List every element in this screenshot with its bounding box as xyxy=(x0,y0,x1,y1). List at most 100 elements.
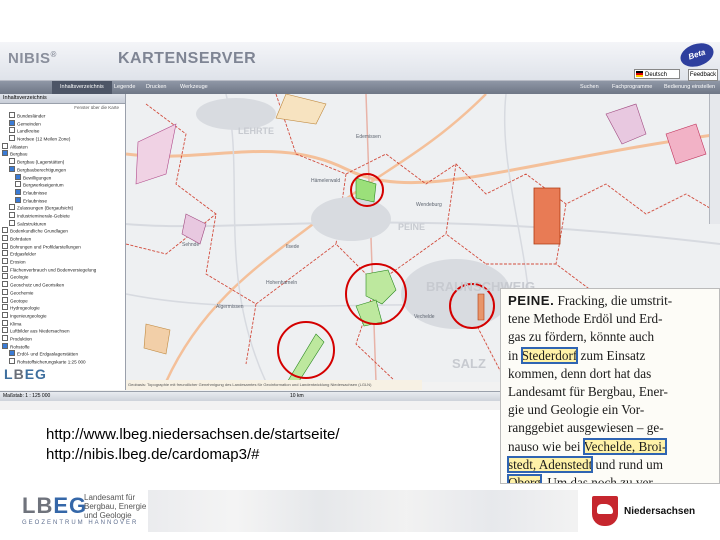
layer-tree-item[interactable]: Industrieminerale-Gebiete xyxy=(2,211,125,220)
checkbox-icon[interactable] xyxy=(2,304,8,311)
layer-tree-item[interactable]: Bergwerkseigentum xyxy=(2,181,125,189)
tab-drucken[interactable]: Drucken xyxy=(146,81,166,94)
checkbox-icon[interactable] xyxy=(2,235,8,241)
layer-tree-item[interactable]: Klima xyxy=(2,319,125,328)
checkbox-icon[interactable] xyxy=(2,311,8,318)
layer-tree-item[interactable]: Zulassungen (Bergaufsicht) xyxy=(2,204,125,212)
layer-tree-item[interactable]: Rohstoffsicherungskarte 1:25 000 xyxy=(2,358,125,366)
layer-tree-item[interactable]: Flächenverbrauch und Bodenversiegelung xyxy=(2,265,125,274)
layer-tree-item[interactable]: Produktion xyxy=(2,334,125,343)
checkbox-checked-icon[interactable] xyxy=(2,342,8,349)
layer-tree-label: Erlaubnisse xyxy=(23,190,48,196)
checkbox-icon[interactable] xyxy=(2,142,8,149)
layer-tree-label: Bewilligungen xyxy=(23,175,52,180)
layer-tree-item[interactable]: Gemeinden xyxy=(2,119,125,128)
map-toolbar[interactable] xyxy=(709,94,720,224)
checkbox-icon[interactable] xyxy=(2,273,8,280)
checkbox-checked-icon[interactable] xyxy=(9,119,15,126)
layer-tree-item[interactable]: Geoschutz und Georisiken xyxy=(2,281,125,289)
layer-tree-item[interactable]: Rohstoffe xyxy=(2,342,125,351)
map-label-salz: SALZ xyxy=(452,356,486,371)
layer-tree-item[interactable]: Bohrungen und Profildarstellungen xyxy=(2,242,125,251)
layer-tree-label: Luftbilder aus Niedersachsen xyxy=(10,328,70,334)
layer-tree-item[interactable]: Luftbilder aus Niedersachsen xyxy=(2,327,125,335)
layer-tree-label: Erosion xyxy=(10,259,26,265)
checkbox-icon[interactable] xyxy=(2,258,8,265)
layer-tree-item[interactable]: Bergbau (Lagerstätten) xyxy=(2,158,125,166)
niedersachsen-horse-icon xyxy=(592,496,618,526)
layer-tree-item[interactable]: Erlaubnisse xyxy=(2,188,125,197)
tab-inhaltsverzeichnis[interactable]: Inhaltsverzeichnis xyxy=(52,81,112,94)
checkbox-checked-icon[interactable] xyxy=(2,150,8,157)
checkbox-icon[interactable] xyxy=(2,250,8,257)
layer-tree-item[interactable]: Bodenkundliche Grundlagen xyxy=(2,227,125,235)
layer-tree-item[interactable]: Geotope xyxy=(2,296,125,305)
checkbox-icon[interactable] xyxy=(9,358,15,364)
layer-tree-item[interactable]: Bundesländer xyxy=(2,112,125,120)
layer-tree-item[interactable]: Landkreise xyxy=(2,127,125,135)
layer-tree-item[interactable]: Bergbauberechtigungen xyxy=(2,165,125,174)
checkbox-icon[interactable] xyxy=(9,112,15,118)
layer-tree-label: Salzstrukturen xyxy=(17,221,47,227)
checkbox-icon[interactable] xyxy=(2,281,8,288)
footer-institution: Landesamt für Bergbau, Energie und Geolo… xyxy=(84,493,147,520)
checkbox-checked-icon[interactable] xyxy=(15,196,21,203)
tab-bedienung[interactable]: Bedienung einstellen xyxy=(664,81,715,94)
tab-fachprogramme[interactable]: Fachprogramme xyxy=(612,81,652,94)
layer-tree-item[interactable]: Bohrdaten xyxy=(2,235,125,243)
checkbox-icon[interactable] xyxy=(2,265,8,272)
layer-tree-item[interactable]: Hydrogeologie xyxy=(2,304,125,312)
feedback-button[interactable]: Feedback xyxy=(688,69,718,81)
layer-tree-item[interactable]: Geologie xyxy=(2,273,125,281)
checkbox-icon[interactable] xyxy=(9,211,15,218)
checkbox-checked-icon[interactable] xyxy=(9,350,15,357)
checkbox-icon[interactable] xyxy=(2,319,8,326)
checkbox-icon[interactable] xyxy=(2,242,8,249)
checkbox-icon[interactable] xyxy=(2,227,8,234)
footer-lbeg-logo: LBEG xyxy=(22,493,88,518)
layer-tree-item[interactable]: Erlaubnisse xyxy=(2,196,125,205)
checkbox-icon[interactable] xyxy=(15,181,21,188)
checkbox-icon[interactable] xyxy=(9,204,15,211)
checkbox-checked-icon[interactable] xyxy=(15,173,21,180)
layer-tree-item[interactable]: Erdgasfelder xyxy=(2,250,125,258)
language-select[interactable]: Deutsch xyxy=(634,69,680,79)
layer-tree-label: Flächenverbrauch und Bodenversiegelung xyxy=(10,267,97,273)
layer-tree-item[interactable]: Erdöl- und Erdgaslagerstätten xyxy=(2,350,125,358)
place-edemissen: Edemissen xyxy=(356,134,381,140)
layer-tree-item[interactable]: Salzstrukturen xyxy=(2,219,125,228)
tab-suchen[interactable]: Suchen xyxy=(580,81,599,94)
checkbox-icon[interactable] xyxy=(9,135,15,142)
checkbox-icon[interactable] xyxy=(2,296,8,303)
clip-line: kommen, denn dort hat das xyxy=(508,365,652,381)
checkbox-icon[interactable] xyxy=(9,158,15,165)
layer-tree-label: Industrieminerale-Gebiete xyxy=(17,213,70,219)
layer-tree-item[interactable]: Ingenieurgeologie xyxy=(2,311,125,320)
nibis-logo[interactable]: NIBIS® xyxy=(8,50,57,67)
layer-tree-item[interactable]: Bergbau xyxy=(2,150,125,158)
checkbox-icon[interactable] xyxy=(2,327,8,334)
sidebar-filter-link[interactable]: Fenster über die Karte xyxy=(0,104,125,112)
layer-tree-item[interactable]: Geochemie xyxy=(2,288,125,297)
scale-bar-label: 10 km xyxy=(290,393,304,399)
layer-tree-label: Altlasten xyxy=(10,144,28,150)
link-nibis-cardomap[interactable]: http://nibis.lbeg.de/cardomap3/# xyxy=(46,446,259,463)
checkbox-icon[interactable] xyxy=(2,288,8,295)
place-wendeburg: Wendeburg xyxy=(416,202,442,208)
checkbox-icon[interactable] xyxy=(9,219,15,226)
highlight-oberg: Oberg xyxy=(507,474,542,483)
checkbox-icon[interactable] xyxy=(9,127,15,134)
layer-tree-label: Zulassungen (Bergaufsicht) xyxy=(17,205,74,211)
map-copyright: Geobasis: Topographie mit freundlicher G… xyxy=(126,380,422,390)
tab-legende[interactable]: Legende xyxy=(114,81,135,94)
checkbox-checked-icon[interactable] xyxy=(9,165,15,172)
layer-tree-item[interactable]: Bewilligungen xyxy=(2,173,125,182)
link-lbeg-homepage[interactable]: http://www.lbeg.niedersachsen.de/startse… xyxy=(46,426,340,443)
layer-tree-item[interactable]: Nordsee (12 Meilen Zone) xyxy=(2,135,125,143)
tab-werkzeuge[interactable]: Werkzeuge xyxy=(180,81,208,94)
checkbox-icon[interactable] xyxy=(2,334,8,341)
layer-tree-item[interactable]: Erosion xyxy=(2,258,125,266)
layer-tree-label: Geologie xyxy=(10,274,29,280)
checkbox-checked-icon[interactable] xyxy=(15,188,21,195)
layer-tree-item[interactable]: Altlasten xyxy=(2,142,125,151)
